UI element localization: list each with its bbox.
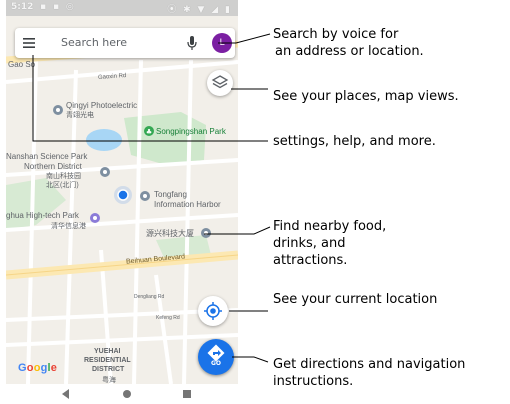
- callout-line-directions: [232, 356, 269, 363]
- callout-settings: settings, help, and more.: [273, 134, 436, 149]
- callout-food-line3: attractions.: [273, 253, 348, 268]
- callout-food-line2: drinks, and: [273, 236, 346, 251]
- callout-directions-line1: Get directions and navigation: [273, 357, 466, 372]
- callout-directions-line2: instructions.: [273, 374, 354, 389]
- callout-line-voice: [218, 33, 271, 44]
- callout-line-settings: [32, 55, 268, 142]
- callout-lines: [32, 33, 271, 363]
- callout-voice-line2: an address or location.: [275, 44, 424, 59]
- callout-current-location: See your current location: [273, 292, 438, 307]
- callout-food-line1: Find nearby food,: [273, 219, 387, 234]
- callout-line-food: [204, 226, 271, 235]
- callout-voice-line1: Search by voice for: [273, 27, 399, 42]
- callout-places: See your places, map views.: [273, 89, 459, 104]
